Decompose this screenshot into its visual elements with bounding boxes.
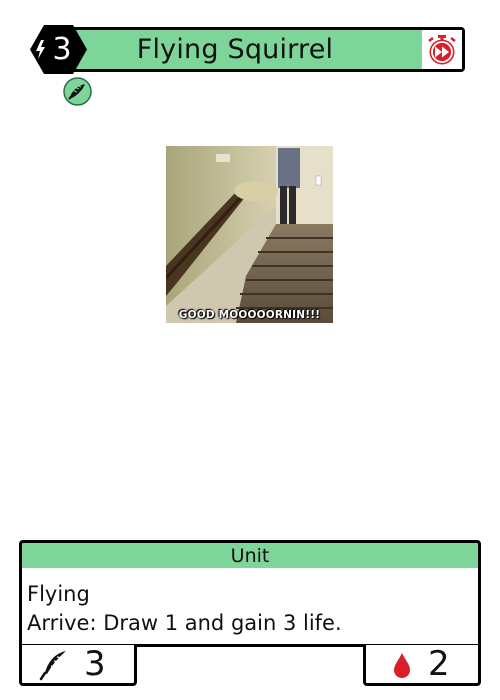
card-name: Flying Squirrel: [136, 34, 334, 65]
art-caption: GOOD MOOOOORNIN!!!: [178, 309, 321, 321]
game-card[interactable]: Flying Squirrel 3 GOOD MOOOOORNIN!!! Uni…: [0, 0, 500, 700]
feather-wing-icon: [63, 77, 92, 106]
attack-value: 3: [84, 644, 106, 684]
blood-drop-icon: [394, 653, 410, 678]
card-art: GOOD MOOOOORNIN!!!: [166, 146, 333, 323]
speed-badge: [421, 30, 462, 69]
staircase-art-image: [166, 146, 333, 323]
feather-quill-icon: [39, 651, 66, 681]
health-stat: 2: [363, 644, 481, 686]
fast-forward-timer-icon: [428, 34, 456, 64]
card-type-bar: Unit: [19, 540, 481, 571]
card-cost: 3: [52, 32, 72, 67]
ability-flying: Flying: [27, 582, 90, 606]
attack-stat: 3: [19, 644, 137, 686]
ability-arrive: Arrive: Draw 1 and gain 3 life.: [27, 611, 342, 635]
health-value: 2: [428, 644, 450, 684]
card-title-bar: Flying Squirrel: [45, 27, 465, 72]
card-rules-text: Flying Arrive: Draw 1 and gain 3 life.: [19, 568, 481, 647]
